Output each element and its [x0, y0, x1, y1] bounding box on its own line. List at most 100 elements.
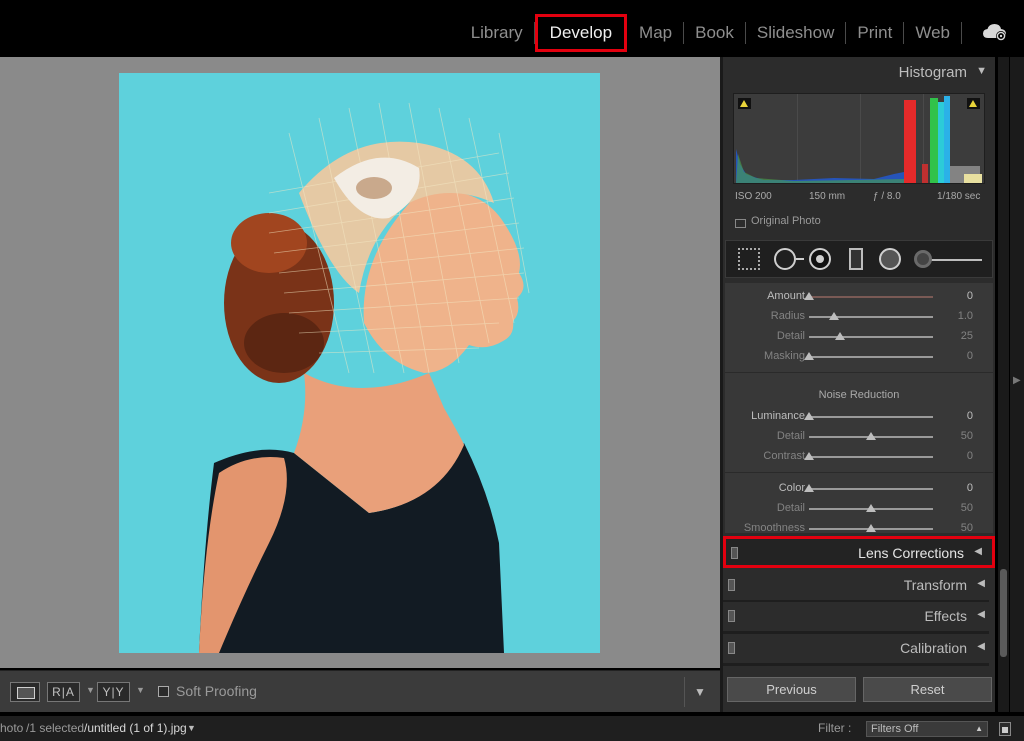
noise-reduction-title: Noise Reduction: [818, 389, 900, 401]
original-photo-checkbox[interactable]: [735, 219, 746, 228]
module-print[interactable]: Print: [846, 14, 903, 52]
filter-select[interactable]: Filters Off ▲: [866, 721, 988, 737]
histogram[interactable]: [733, 93, 985, 184]
collapse-triangle-icon[interactable]: ▼: [976, 65, 987, 77]
slider-track[interactable]: [804, 484, 933, 492]
slider-thumb[interactable]: [804, 292, 814, 300]
module-web[interactable]: Web: [904, 14, 961, 52]
slider-sharpening-detail: Detail 25: [725, 327, 993, 347]
filter-lock-icon[interactable]: [999, 722, 1011, 736]
slider-thumb[interactable]: [804, 452, 814, 460]
expand-triangle-icon[interactable]: ◀: [977, 578, 985, 589]
slider-thumb[interactable]: [804, 484, 814, 492]
spot-removal-icon[interactable]: [774, 248, 804, 270]
slider-value[interactable]: 0: [967, 290, 973, 302]
panel-toggle-switch[interactable]: [728, 610, 735, 622]
module-library[interactable]: Library: [460, 14, 534, 52]
detail-panel: Amount 0 Radius 1.0 Detail 25 Masking 0 …: [725, 283, 993, 534]
graduated-filter-icon[interactable]: [849, 248, 863, 270]
photo-preview[interactable]: [119, 73, 600, 653]
chevron-down-icon[interactable]: ▼: [187, 716, 196, 741]
module-separator: [961, 22, 962, 44]
slider-label: Luminance: [751, 410, 805, 422]
slider-thumb[interactable]: [866, 504, 876, 512]
panel-toggle-switch[interactable]: [731, 547, 738, 559]
crop-overlay-icon[interactable]: [738, 248, 760, 270]
panel-title: Lens Corrections: [858, 545, 964, 561]
module-develop[interactable]: Develop: [534, 14, 628, 52]
filmstrip-selection-count: /1 selected: [26, 721, 85, 735]
reset-button[interactable]: Reset: [863, 677, 992, 702]
panel-scrollbar-thumb[interactable]: [1000, 569, 1007, 657]
collapse-panel-arrow-icon[interactable]: ▶: [1013, 375, 1021, 386]
slider-track[interactable]: [809, 432, 933, 440]
slider-value[interactable]: 50: [961, 522, 973, 534]
module-map[interactable]: Map: [628, 14, 683, 52]
slider-track[interactable]: [809, 504, 933, 512]
slider-value[interactable]: 50: [961, 502, 973, 514]
right-panel-edge[interactable]: ▶: [1010, 57, 1024, 712]
panel-toggle-switch[interactable]: [728, 642, 735, 654]
aperture-value: ƒ / 8.0: [873, 191, 901, 202]
slider-track[interactable]: [804, 452, 933, 460]
slider-track[interactable]: [804, 292, 933, 300]
slider-value[interactable]: 0: [967, 482, 973, 494]
slider-track[interactable]: [804, 412, 933, 420]
slider-value[interactable]: 0: [967, 450, 973, 462]
slider-thumb[interactable]: [835, 332, 845, 340]
radial-filter-icon[interactable]: [879, 248, 901, 270]
expand-triangle-icon[interactable]: ◀: [977, 609, 985, 620]
before-after-top-bottom-button[interactable]: Y|Y: [97, 682, 130, 702]
shadow-clipping-warning-icon[interactable]: [738, 98, 751, 109]
slider-value[interactable]: 0: [967, 350, 973, 362]
previous-button[interactable]: Previous: [727, 677, 856, 702]
slider-value[interactable]: 0: [967, 410, 973, 422]
slider-value[interactable]: 50: [961, 430, 973, 442]
slider-thumb[interactable]: [804, 412, 814, 420]
image-canvas[interactable]: [0, 57, 720, 668]
soft-proofing-checkbox[interactable]: [158, 686, 169, 697]
filmstrip-source[interactable]: hoto: [0, 716, 23, 741]
slider-track[interactable]: [809, 524, 933, 532]
chevron-down-icon[interactable]: ▼: [136, 685, 145, 695]
slider-thumb[interactable]: [828, 312, 839, 320]
panel-effects[interactable]: Effects ◀: [723, 602, 995, 634]
panel-transform[interactable]: Transform ◀: [723, 571, 995, 603]
red-eye-correction-icon[interactable]: [809, 248, 831, 270]
chevron-down-icon[interactable]: ▼: [86, 685, 95, 695]
filmstrip-header: hoto /1 selected /untitled (1 of 1).jpg …: [0, 716, 1024, 741]
slider-label: Amount: [767, 290, 805, 302]
adjustment-brush-icon[interactable]: [914, 250, 932, 268]
expand-triangle-icon[interactable]: ◀: [974, 546, 982, 557]
module-book[interactable]: Book: [684, 14, 745, 52]
panel-toggle-switch[interactable]: [728, 579, 735, 591]
histogram-header[interactable]: Histogram ▼: [723, 61, 995, 83]
slider-color: Color 0: [725, 479, 993, 499]
slider-label: Detail: [776, 330, 805, 342]
slider-thumb[interactable]: [804, 352, 814, 360]
loupe-view-button[interactable]: [10, 682, 40, 702]
slider-value[interactable]: 25: [961, 330, 973, 342]
highlight-clipping-warning-icon[interactable]: [967, 98, 980, 109]
soft-proofing-label: Soft Proofing: [176, 683, 257, 699]
expand-triangle-icon[interactable]: ◀: [977, 641, 985, 652]
panel-title: Effects: [924, 608, 967, 624]
slider-value[interactable]: 1.0: [958, 310, 973, 322]
slider-track[interactable]: [809, 332, 933, 340]
panel-lens-corrections[interactable]: Lens Corrections ◀: [723, 536, 995, 568]
slider-thumb[interactable]: [866, 432, 876, 440]
filmstrip-filename[interactable]: /untitled (1 of 1).jpg: [84, 716, 187, 741]
stepper-arrows-icon: ▲: [975, 724, 983, 733]
section-divider: [725, 472, 993, 473]
slider-track[interactable]: [804, 352, 933, 360]
panel-scrollbar[interactable]: [998, 57, 1009, 712]
slider-label: Masking: [764, 350, 805, 362]
before-after-left-right-button[interactable]: R|A: [47, 682, 80, 702]
cloud-sync-icon[interactable]: [982, 22, 1008, 42]
slider-track[interactable]: [809, 312, 933, 320]
panel-calibration[interactable]: Calibration ◀: [723, 634, 995, 666]
toolbar-content-menu-icon[interactable]: ▼: [694, 685, 706, 699]
section-divider: [725, 372, 993, 373]
module-slideshow[interactable]: Slideshow: [746, 14, 846, 52]
slider-thumb[interactable]: [866, 524, 876, 532]
